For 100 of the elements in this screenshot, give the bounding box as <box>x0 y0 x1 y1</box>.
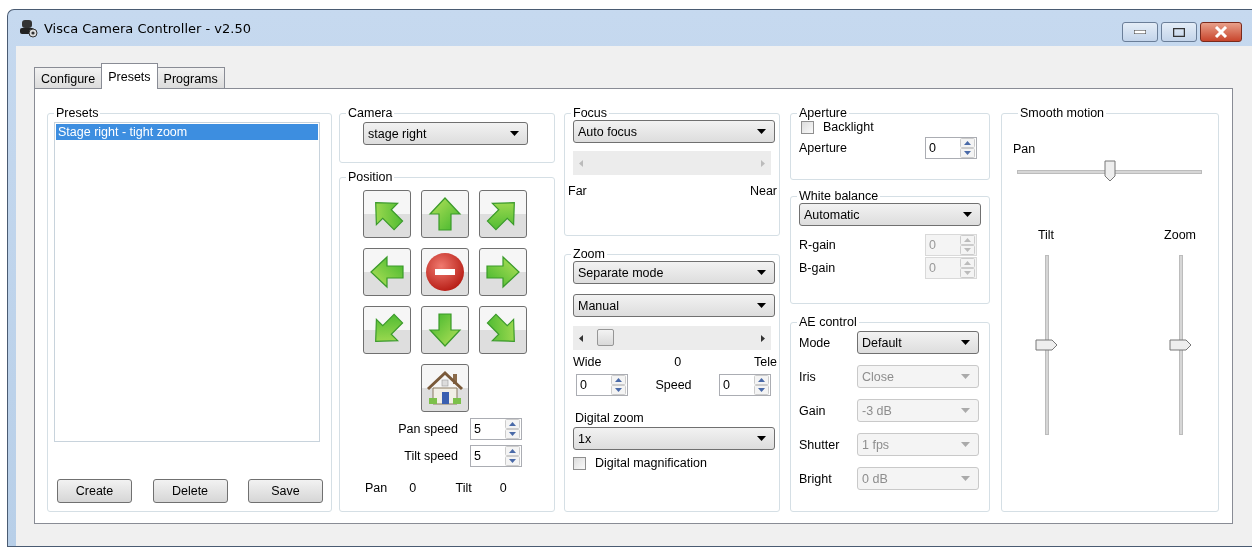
right-arrow-icon <box>761 159 765 167</box>
label: Near <box>749 184 777 198</box>
label: Iris <box>799 369 816 384</box>
spin-arrows-icon <box>505 446 520 466</box>
ae-dropdown[interactable]: Default <box>857 331 979 354</box>
value-label: 0 <box>409 481 418 495</box>
label: Shutter <box>799 437 840 452</box>
close-button[interactable] <box>1200 22 1242 42</box>
spin-arrows-icon <box>960 258 975 278</box>
tab[interactable]: Programs <box>156 67 225 88</box>
label: Zoom <box>1164 228 1196 242</box>
window-title: Visca Camera Controller - v2.50 <box>44 20 252 36</box>
group-title: Zoom <box>572 247 606 261</box>
spin-arrows-icon <box>960 235 975 255</box>
camera-dropdown[interactable]: stage right <box>363 122 528 145</box>
pan-slider[interactable] <box>1017 162 1202 182</box>
right-arrow-icon <box>761 334 765 342</box>
caret-icon <box>757 436 766 441</box>
direction-button[interactable] <box>479 248 527 296</box>
tab[interactable]: Presets <box>101 63 158 89</box>
house-icon <box>425 368 465 408</box>
aperture-spinner[interactable]: 0 <box>925 137 977 159</box>
direction-button[interactable] <box>363 248 411 296</box>
caret-icon <box>757 129 766 134</box>
slider-thumb[interactable] <box>596 329 614 346</box>
label: Mode <box>799 335 831 350</box>
value-label: 0 <box>674 355 682 369</box>
group-title: White balance <box>798 189 880 203</box>
group-title: Aperture <box>798 106 848 120</box>
left-arrow-icon <box>579 159 583 167</box>
zoom-mode-dropdown[interactable]: Separate mode <box>573 261 775 284</box>
speed-spinner[interactable]: 0 <box>576 374 628 396</box>
tilt-slider[interactable] <box>1036 255 1056 435</box>
label: Pan <box>1013 142 1036 156</box>
label: Tele <box>754 355 777 369</box>
zoom-slider[interactable] <box>573 326 771 350</box>
caret-icon <box>961 442 970 447</box>
action-button[interactable]: Save <box>248 479 323 503</box>
checkbox-label: Digital magnification <box>595 456 707 470</box>
tab[interactable]: Configure <box>34 67 103 88</box>
caret-icon <box>757 303 766 308</box>
down-arrow-icon <box>427 312 463 348</box>
label: R-gain <box>799 238 836 252</box>
left-arrow-icon <box>369 254 405 290</box>
spin-arrows-icon <box>505 419 520 439</box>
label: Pan <box>365 481 389 495</box>
group-title: Smooth motion <box>1019 106 1106 120</box>
spin-arrows-icon <box>754 375 769 395</box>
caret-icon <box>510 131 519 136</box>
checkbox[interactable] <box>801 120 814 134</box>
label: Far <box>568 184 587 198</box>
direction-button[interactable] <box>421 190 469 238</box>
label: Wide <box>573 355 602 369</box>
label: Tilt <box>455 481 473 495</box>
action-button[interactable]: Delete <box>152 479 228 503</box>
direction-button[interactable] <box>479 190 527 238</box>
label: Bright <box>799 471 832 486</box>
home-button[interactable] <box>421 364 469 412</box>
minimize-icon <box>1134 30 1146 34</box>
tilt-speed-spinner[interactable]: 5 <box>470 445 522 467</box>
label: Digital zoom <box>575 411 644 425</box>
stop-icon <box>425 252 465 292</box>
action-button[interactable]: Create <box>57 479 132 503</box>
camera-icon <box>18 18 38 38</box>
close-icon <box>1214 26 1228 38</box>
slider-thumb[interactable] <box>1035 339 1059 351</box>
slider-thumb[interactable] <box>1103 160 1116 182</box>
digital-zoom-dropdown[interactable]: 1x <box>573 427 775 450</box>
right-arrow-icon <box>485 254 521 290</box>
label: Tilt <box>1037 228 1055 242</box>
pan-speed-spinner[interactable]: 5 <box>470 418 522 440</box>
minimize-button[interactable] <box>1122 22 1158 42</box>
speed-spinner[interactable]: 0 <box>719 374 771 396</box>
group-title: Position <box>347 170 394 184</box>
balance-mode-dropdown[interactable]: Automatic <box>799 203 981 226</box>
zoom-slider[interactable] <box>1170 255 1190 435</box>
direction-button[interactable] <box>363 306 411 354</box>
caret-icon <box>961 476 970 481</box>
maximize-button[interactable] <box>1161 22 1197 42</box>
zoom-control-dropdown[interactable]: Manual <box>573 294 775 317</box>
caret-icon <box>963 212 972 217</box>
caret-icon <box>961 340 970 345</box>
spin-arrows-icon <box>960 138 975 158</box>
group-title: Presets <box>55 106 100 120</box>
caret-icon <box>961 374 970 379</box>
stop-button[interactable] <box>421 248 469 296</box>
checkbox[interactable] <box>573 456 586 470</box>
focus-dropdown[interactable]: Auto focus <box>573 120 775 143</box>
direction-button[interactable] <box>479 306 527 354</box>
direction-button[interactable] <box>421 306 469 354</box>
slider-thumb[interactable] <box>1169 339 1193 351</box>
label: Tilt speed <box>403 449 458 463</box>
label: Gain <box>799 403 826 418</box>
direction-button[interactable] <box>363 190 411 238</box>
group-title: AE control <box>798 315 858 329</box>
value-label: 0 <box>499 481 508 495</box>
group-title: Focus <box>572 106 609 120</box>
label: Speed <box>655 378 692 392</box>
up-arrow-icon <box>427 196 463 232</box>
maximize-icon <box>1173 27 1185 37</box>
